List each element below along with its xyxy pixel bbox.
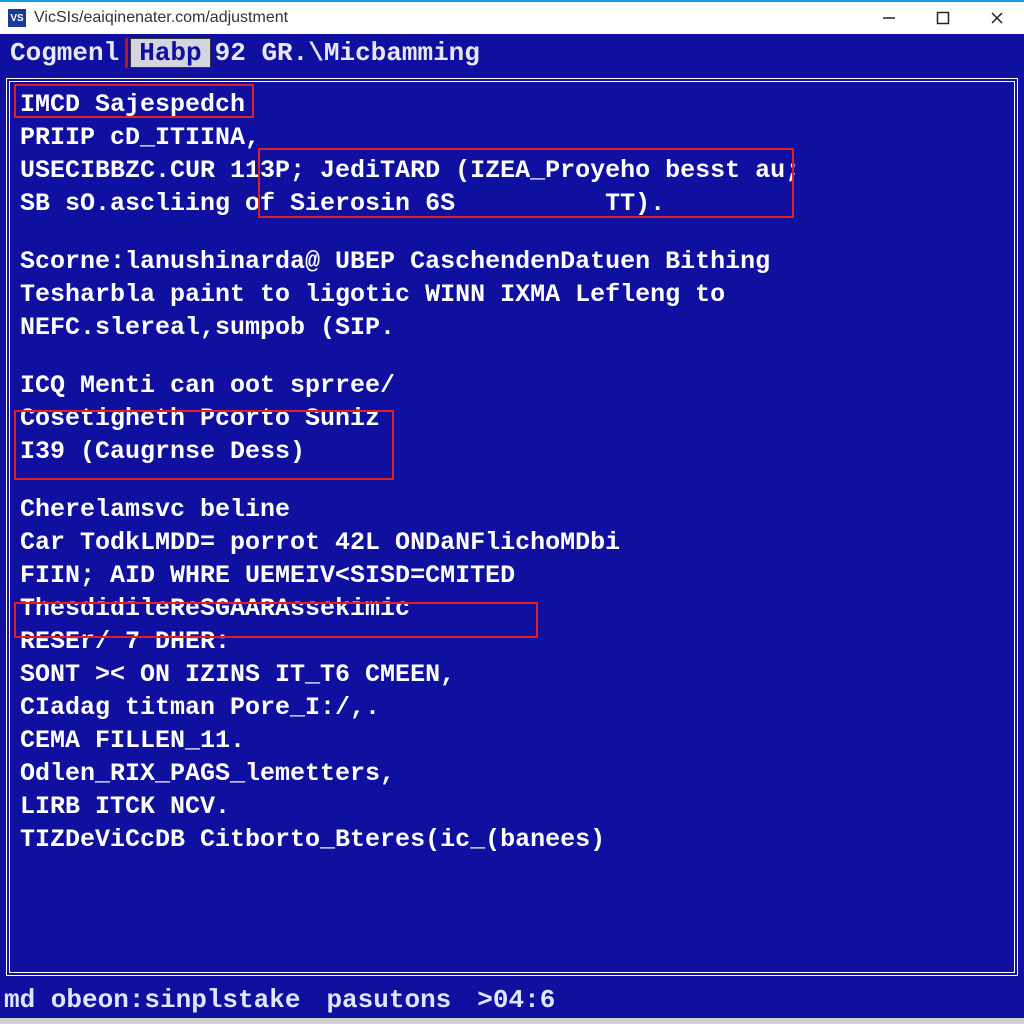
terminal-line: CIadag titman Pore_I:/,. [20, 691, 1004, 724]
terminal-line: TIZDeViCcDB Citborto_Bteres(ic_(banees) [20, 823, 1004, 856]
window-title: VicSIs/eaiqinenater.com/adjustment [34, 9, 288, 27]
menubar: Cogmenl Habp 92 GR.\Micbamming [0, 34, 1024, 72]
terminal-line: Scorne:lanushinarda@ UBEP CaschendenDatu… [20, 245, 1004, 278]
status-mid: pasutons [326, 985, 451, 1015]
terminal-container: IMCD Sajespedch PRIIP cD_ITIINA, USECIBB… [0, 72, 1024, 982]
maximize-button[interactable] [916, 1, 970, 35]
terminal-viewport[interactable]: IMCD Sajespedch PRIIP cD_ITIINA, USECIBB… [6, 78, 1018, 976]
status-right: >04:6 [477, 985, 555, 1015]
window-titlebar: VS VicSIs/eaiqinenater.com/adjustment [0, 0, 1024, 34]
terminal-line: I39 (Caugrnse Dess) [20, 435, 1004, 468]
terminal-line: SONT >< ON IZINS IT_T6 CMEEN, [20, 658, 1004, 691]
close-icon [990, 11, 1004, 25]
close-button[interactable] [970, 1, 1024, 35]
menu-item-cogmenl[interactable]: Cogmenl [6, 38, 123, 68]
app-icon: VS [8, 9, 26, 27]
terminal-line: IMCD Sajespedch [20, 88, 1004, 121]
window-bottom-edge [0, 1018, 1024, 1024]
terminal-line: USECIBBZC.CUR 113P; JediTARD (IZEA_Proye… [20, 154, 1004, 187]
terminal-line: ICQ Menti can oot sprree/ [20, 369, 1004, 402]
terminal-line: FIIN; AID WHRE UEMEIV<SISD=CMITED [20, 559, 1004, 592]
maximize-icon [936, 11, 950, 25]
terminal-line: PRIIP cD_ITIINA, [20, 121, 1004, 154]
terminal-line: Car TodkLMDD= porrot 42L ONDaNFlichoMDbi [20, 526, 1004, 559]
menu-separator-icon [125, 38, 128, 68]
terminal-line: ThesdidileReSGAARAssekimic [20, 592, 1004, 625]
menu-tab-habp[interactable]: Habp [130, 38, 210, 68]
status-left: md obeon:sinplstake [4, 985, 300, 1015]
terminal-line: Cherelamsvc beline [20, 493, 1004, 526]
terminal-line: RESEr/ 7 DHER: [20, 625, 1004, 658]
minimize-icon [882, 11, 896, 25]
minimize-button[interactable] [862, 1, 916, 35]
status-bar: md obeon:sinplstake pasutons >04:6 [0, 982, 1024, 1018]
terminal-line: LIRB ITCK NCV. [20, 790, 1004, 823]
terminal-line: CEMA FILLEN_11. [20, 724, 1004, 757]
terminal-line: Cosetigheth Pcorto Suniz [20, 402, 1004, 435]
terminal-line: SB sO.ascliing of Sierosin 6S TT). [20, 187, 1004, 220]
menu-item-gr[interactable]: 92 GR.\Micbamming [211, 38, 484, 68]
terminal-line: Odlen_RIX_PAGS_lemetters, [20, 757, 1004, 790]
terminal-line: Tesharbla paint to ligotic WINN IXMA Lef… [20, 278, 1004, 311]
terminal-line: NEFC.slereal,sumpob (SIP. [20, 311, 1004, 344]
